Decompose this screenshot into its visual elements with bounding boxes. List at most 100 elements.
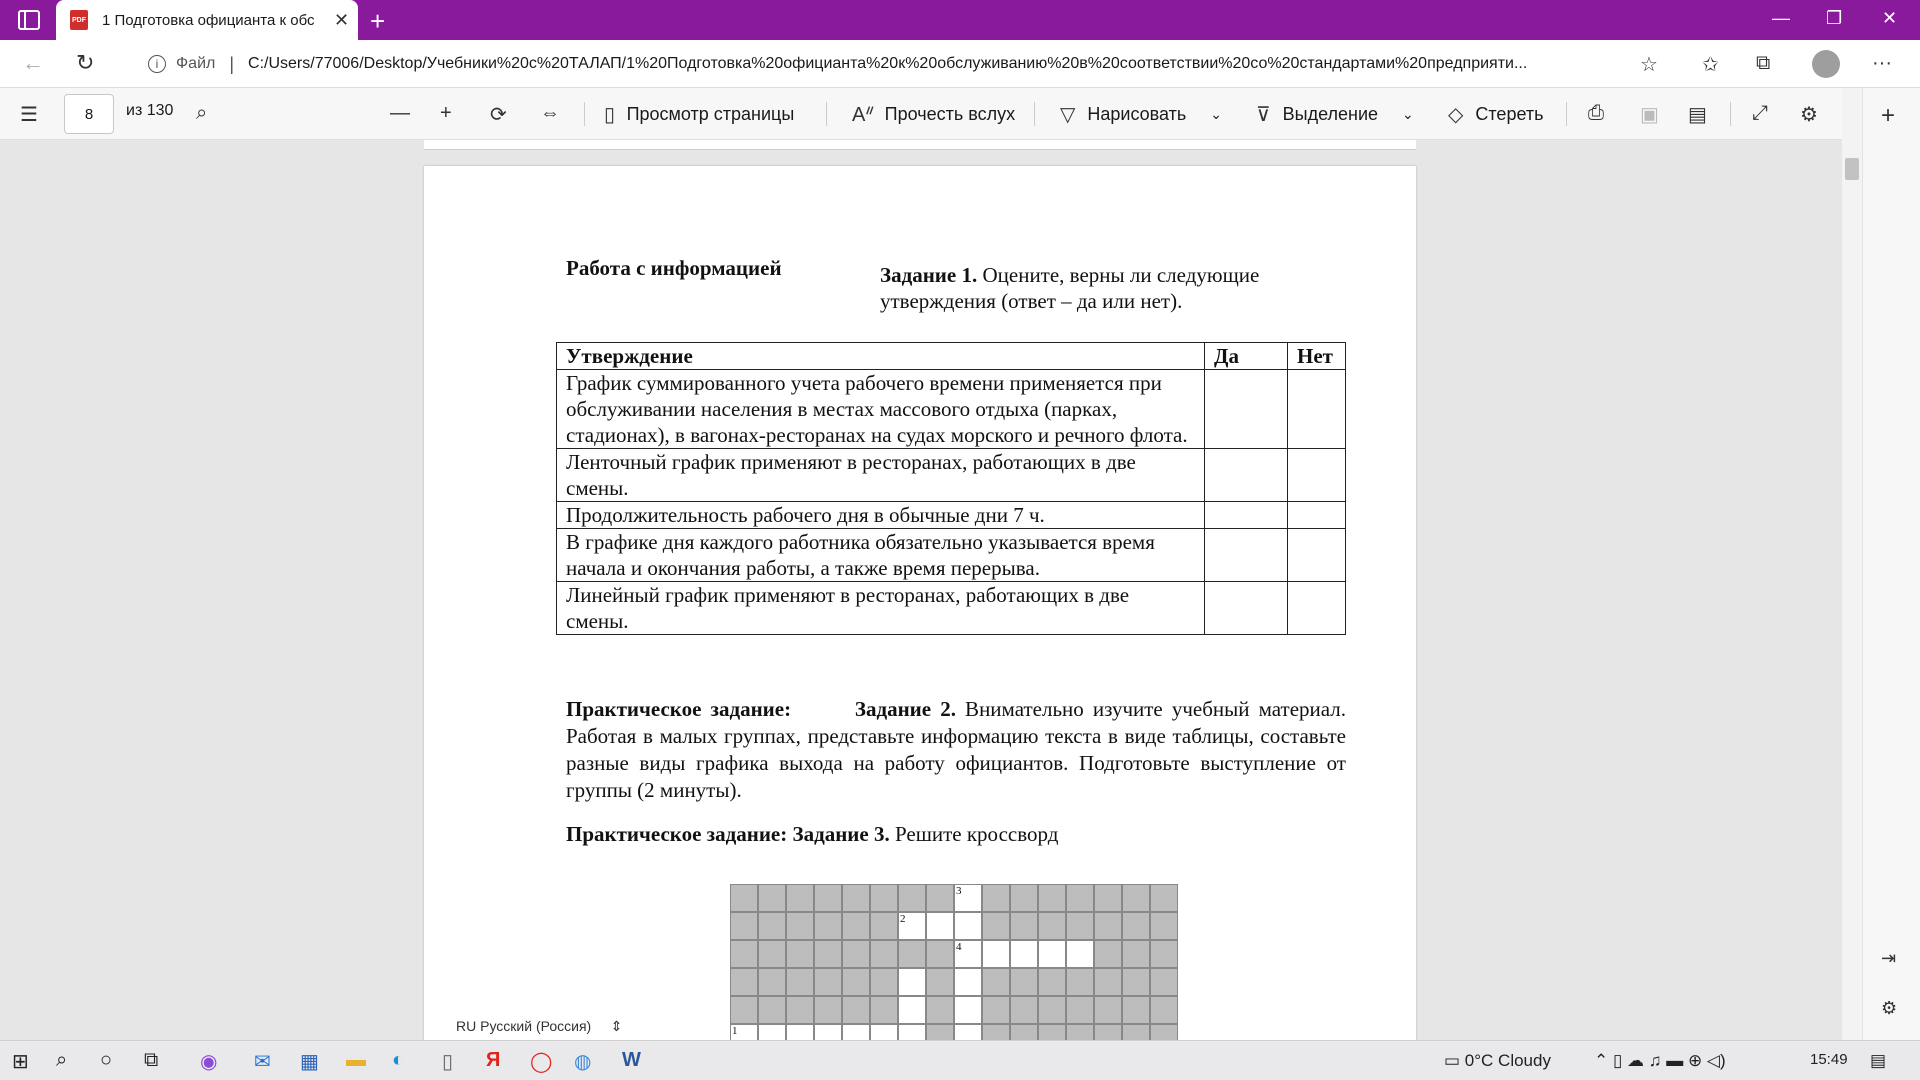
pdf-toolbar: ☰ 8 из 130 ⌕ — + ⟳ ⇔ ▯ Просмотр страницы… [0, 88, 1920, 140]
browser-icon[interactable]: ◍ [574, 1049, 591, 1074]
crossword-cell [870, 884, 898, 912]
crossword-cell [1010, 884, 1038, 912]
crossword-cell [954, 968, 982, 996]
crossword-cell [1066, 996, 1094, 1024]
chevron-down-icon[interactable]: ⌄ [1402, 106, 1414, 123]
scrollbar[interactable] [1842, 88, 1862, 1040]
avatar[interactable] [1812, 50, 1840, 78]
document-icon[interactable]: ▯ [442, 1049, 453, 1074]
page-number-input[interactable]: 8 [64, 94, 114, 134]
info-icon[interactable]: i [148, 55, 166, 73]
pdf-icon: PDF [70, 10, 88, 30]
crossword-cell [1038, 940, 1066, 968]
crossword-cell [730, 912, 758, 940]
crossword-cell [1066, 884, 1094, 912]
title-bar: PDF 1 Подготовка официанта к обс ✕ + — ❐… [0, 0, 1920, 40]
crossword-cell [758, 968, 786, 996]
task-view-icon[interactable]: ⧉ [144, 1049, 158, 1072]
crossword-cell [1010, 996, 1038, 1024]
crossword-cell [926, 912, 954, 940]
collections-icon[interactable]: ⧉ [1756, 52, 1770, 75]
url-text[interactable]: C:/Users/77006/Desktop/Учебники%20с%20ТА… [248, 55, 1628, 73]
zoom-out-icon[interactable]: — [390, 102, 410, 125]
scrollbar-thumb[interactable] [1845, 158, 1859, 180]
hide-sidebar-icon[interactable]: ⇥ [1881, 948, 1896, 969]
weather-widget[interactable]: ▭ 0°C Cloudy [1444, 1051, 1551, 1071]
answer-cell [1204, 448, 1288, 502]
read-aloud-button[interactable]: Aᐥ Прочесть вслух [852, 102, 1015, 127]
fullscreen-icon[interactable]: ⤢ [1752, 102, 1768, 125]
zoom-in-icon[interactable]: + [440, 102, 452, 125]
mail-icon[interactable]: ✉ [254, 1049, 271, 1074]
language-indicator[interactable]: RU Русский (Россия) ⇕ [456, 1018, 622, 1035]
page-view-button[interactable]: ▯ Просмотр страницы [604, 102, 794, 127]
add-favorite-icon[interactable]: ☆ [1640, 52, 1658, 77]
draw-icon: ▽ [1060, 104, 1076, 126]
tab-actions-icon[interactable] [18, 10, 40, 30]
chevron-down-icon[interactable]: ⌄ [1210, 106, 1222, 123]
table-row: В графике дня каждого работника обязател… [556, 528, 1346, 582]
close-window-icon[interactable]: ✕ [1882, 8, 1897, 29]
file-explorer-icon[interactable]: ▬ [346, 1049, 366, 1072]
refresh-icon[interactable]: ↻ [76, 50, 94, 76]
crossword-cell [926, 884, 954, 912]
crossword-cell [870, 996, 898, 1024]
contents-icon[interactable]: ☰ [20, 102, 38, 127]
back-icon[interactable]: ← [22, 50, 44, 76]
table-row: Линейный график применяют в ресторанах, … [556, 581, 1346, 635]
crossword-cell [1150, 884, 1178, 912]
search-icon[interactable]: ⌕ [56, 1049, 67, 1072]
crossword-cell [926, 968, 954, 996]
crossword-cell [954, 996, 982, 1024]
save-as-icon[interactable]: ▤ [1688, 102, 1707, 127]
erase-button[interactable]: ◇ Стереть [1448, 102, 1544, 127]
crossword-cell [870, 912, 898, 940]
alice-icon[interactable]: ◉ [200, 1049, 217, 1074]
url-field[interactable]: i Файл | C:/Users/77006/Desktop/Учебники… [132, 46, 1680, 82]
store-icon[interactable]: ▦ [300, 1049, 319, 1074]
fit-width-icon[interactable]: ⇔ [540, 102, 560, 125]
start-icon[interactable]: ⊞ [12, 1049, 29, 1074]
sidebar-settings-icon[interactable]: ⚙ [1881, 998, 1897, 1019]
minimize-icon[interactable]: — [1772, 8, 1790, 29]
crossword-cell [982, 940, 1010, 968]
print-icon[interactable]: ⎙ [1588, 102, 1604, 125]
favorites-icon[interactable]: ✩ [1702, 52, 1719, 77]
cortana-icon[interactable]: ○ [100, 1049, 112, 1072]
highlight-button[interactable]: ⊽ Выделение ⌄ [1256, 102, 1414, 127]
settings-icon[interactable]: ⚙ [1800, 102, 1818, 127]
word-icon[interactable]: W [622, 1049, 641, 1072]
table-row: Ленточный график применяют в ресторанах,… [556, 448, 1346, 502]
pdf-page: Работа с информацией Задание 1. Оцените,… [424, 166, 1416, 1042]
yandex-icon[interactable]: Я [486, 1049, 500, 1072]
new-tab-icon[interactable]: + [370, 6, 385, 37]
opera-icon[interactable]: ◯ [530, 1049, 552, 1074]
crossword-cell [730, 996, 758, 1024]
add-sidebar-icon[interactable]: + [1881, 102, 1895, 130]
restore-icon[interactable]: ❐ [1826, 8, 1842, 29]
more-icon[interactable]: ··· [1872, 52, 1892, 75]
save-icon[interactable]: ▣ [1640, 102, 1659, 127]
crossword-cell [1150, 940, 1178, 968]
crossword-cell [1038, 884, 1066, 912]
tab-active[interactable]: PDF 1 Подготовка официанта к обс ✕ [56, 0, 358, 40]
close-tab-icon[interactable]: ✕ [334, 10, 349, 31]
draw-button[interactable]: ▽ Нарисовать ⌄ [1060, 102, 1222, 127]
crossword-cell [926, 996, 954, 1024]
crossword-cell [842, 968, 870, 996]
crossword-cell [870, 940, 898, 968]
crossword-cell [786, 940, 814, 968]
crossword-cell [1094, 996, 1122, 1024]
crossword-cell: 3 [954, 884, 982, 912]
crossword-cell [1122, 912, 1150, 940]
edge-icon[interactable]: ◐ [392, 1049, 404, 1072]
table-header: Нет [1287, 342, 1346, 370]
clock[interactable]: 15:49 [1810, 1051, 1848, 1068]
tray-icons[interactable]: ⌃ ▯ ☁ ♫ ▬ ⊕ ◁) [1594, 1051, 1726, 1071]
answer-cell [1204, 528, 1288, 582]
table-header: Утверждение [556, 342, 1205, 370]
crossword-cell [1122, 968, 1150, 996]
rotate-icon[interactable]: ⟳ [490, 102, 507, 127]
search-icon[interactable]: ⌕ [196, 102, 207, 125]
notifications-icon[interactable]: ▤ [1870, 1051, 1886, 1071]
